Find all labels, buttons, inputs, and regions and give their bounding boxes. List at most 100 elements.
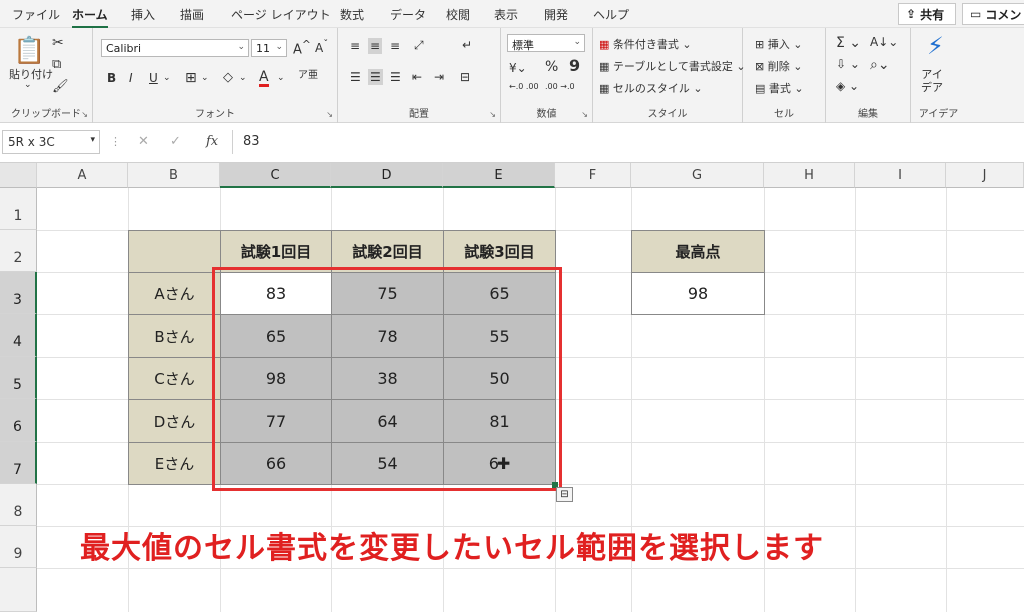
number-launcher-icon[interactable]: ↘ — [581, 110, 588, 119]
clear-icon[interactable]: ◈ ⌄ — [836, 80, 859, 92]
phonetic-icon[interactable]: ア亜 — [298, 71, 318, 81]
orientation-icon[interactable]: ⤢ — [414, 39, 424, 51]
row-label-cell[interactable]: Eさん — [128, 442, 221, 485]
row-header-9[interactable]: 9 — [0, 526, 37, 568]
cut-icon[interactable]: ✂ — [52, 36, 64, 50]
row-label-cell[interactable]: Bさん — [128, 314, 221, 358]
cancel-icon[interactable]: ✕ — [138, 135, 149, 148]
fill-icon[interactable]: ⇩ ⌄ — [836, 58, 860, 70]
row-label-cell[interactable]: Dさん — [128, 399, 221, 443]
font-launcher-icon[interactable]: ↘ — [326, 110, 333, 119]
increase-decimal-icon[interactable]: ←.0 .00 — [509, 82, 539, 91]
currency-icon[interactable]: ¥⌄ — [509, 62, 527, 74]
format-painter-icon[interactable]: 🖌 — [52, 80, 69, 93]
row-header-5[interactable]: 5 — [0, 357, 37, 399]
fill-color-icon[interactable]: ◇ — [223, 71, 233, 84]
row-header-1[interactable]: 1 — [0, 188, 37, 230]
tab-page-layout[interactable]: ページ レイアウト — [231, 6, 331, 23]
tab-insert[interactable]: 挿入 — [131, 6, 155, 23]
delete-cells-button[interactable]: ⊠ 削除 ⌄ — [755, 58, 802, 74]
copy-icon[interactable]: ⧉ — [52, 58, 61, 71]
insert-function-button[interactable]: fx — [206, 134, 218, 149]
autosum-icon[interactable]: Σ ⌄ — [836, 36, 861, 50]
quick-analysis-icon[interactable]: ⊟ — [556, 487, 573, 502]
row-header-7[interactable]: 7 — [0, 442, 37, 484]
underline-button[interactable]: U — [149, 72, 158, 84]
tab-data[interactable]: データ — [390, 6, 426, 23]
max-value-cell[interactable]: 98 — [631, 272, 765, 315]
chevron-down-icon[interactable]: ⌄ — [239, 74, 247, 83]
row-header-2[interactable]: 2 — [0, 230, 37, 272]
tab-view[interactable]: 表示 — [494, 6, 518, 23]
grow-font-icon[interactable]: A^ — [293, 39, 311, 56]
clipboard-launcher-icon[interactable]: ↘ — [81, 110, 88, 119]
tab-draw[interactable]: 描画 — [180, 6, 204, 23]
font-size-select[interactable]: 11 ⌄ — [251, 39, 287, 57]
column-header-f[interactable]: F — [555, 163, 631, 188]
select-all-corner[interactable] — [0, 163, 37, 188]
align-top-icon[interactable]: ≡ — [350, 40, 360, 52]
tab-formulas[interactable]: 数式 — [340, 6, 364, 23]
row-label-cell[interactable]: Cさん — [128, 357, 221, 400]
cell-styles-button[interactable]: ▦ セルのスタイル ⌄ — [599, 80, 703, 96]
column-header-j[interactable]: J — [946, 163, 1024, 188]
align-bottom-icon[interactable]: ≡ — [390, 40, 400, 52]
number-format-select[interactable]: 標準 ⌄ — [507, 34, 585, 52]
column-header-b[interactable]: B — [128, 163, 220, 188]
bold-button[interactable]: B — [107, 72, 116, 84]
formula-input[interactable]: 83 — [232, 130, 1024, 154]
tab-developer[interactable]: 開発 — [544, 6, 568, 23]
column-header-h[interactable]: H — [764, 163, 855, 188]
paste-dropdown-icon[interactable]: ⌄ — [24, 81, 32, 90]
ideas-icon[interactable]: ⚡ — [927, 34, 944, 58]
chevron-down-icon[interactable]: ⌄ — [201, 74, 209, 83]
row-header-10[interactable] — [0, 568, 37, 612]
font-color-icon[interactable]: A — [259, 70, 269, 87]
align-center-icon[interactable]: ☰ — [368, 69, 383, 85]
comment-button[interactable]: ▭ コメント — [962, 3, 1024, 25]
merge-center-icon[interactable]: ⊟ — [460, 71, 470, 83]
tab-help[interactable]: ヘルプ — [593, 6, 629, 23]
italic-button[interactable]: I — [129, 72, 133, 84]
column-header-g[interactable]: G — [631, 163, 764, 188]
share-button[interactable]: ⇪ 共有 — [898, 3, 956, 25]
column-header-a[interactable]: A — [37, 163, 128, 188]
table-corner-cell[interactable] — [128, 230, 221, 273]
font-name-select[interactable]: Calibri ⌄ — [101, 39, 249, 57]
percent-button[interactable]: % — [545, 60, 558, 74]
align-left-icon[interactable]: ☰ — [350, 71, 361, 83]
ideas-button-label[interactable]: アイ デア — [921, 68, 943, 94]
comma-button[interactable]: 9 — [569, 58, 580, 74]
border-icon[interactable]: ⊞ — [185, 71, 197, 85]
format-as-table-button[interactable]: ▦ テーブルとして書式設定 ⌄ — [599, 58, 746, 74]
chevron-down-icon[interactable]: ⌄ — [163, 74, 171, 83]
column-header-e[interactable]: E — [443, 163, 555, 188]
column-header-i[interactable]: I — [855, 163, 946, 188]
find-icon[interactable]: ⌕⌄ — [870, 58, 890, 72]
column-header-c[interactable]: C — [220, 163, 331, 188]
shrink-font-icon[interactable]: Aˇ — [315, 40, 328, 55]
max-header-cell[interactable]: 最高点 — [631, 230, 765, 273]
decrease-decimal-icon[interactable]: .00 →.0 — [545, 82, 575, 91]
row-label-cell[interactable]: Aさん — [128, 272, 221, 315]
column-header-d[interactable]: D — [331, 163, 443, 188]
increase-indent-icon[interactable]: ⇥ — [434, 71, 444, 83]
tab-file[interactable]: ファイル — [12, 6, 60, 23]
paste-icon[interactable]: 📋 — [13, 38, 45, 64]
insert-cells-button[interactable]: ⊞ 挿入 ⌄ — [755, 36, 802, 52]
tab-home[interactable]: ホーム — [72, 6, 108, 29]
format-cells-button[interactable]: ▤ 書式 ⌄ — [755, 80, 804, 96]
conditional-format-button[interactable]: ▦ 条件付き書式 ⌄ — [599, 36, 692, 52]
enter-icon[interactable]: ✓ — [170, 135, 181, 148]
tab-review[interactable]: 校閲 — [446, 6, 470, 23]
name-box[interactable]: 5R x 3C ▾ — [2, 130, 100, 154]
alignment-launcher-icon[interactable]: ↘ — [489, 110, 496, 119]
wrap-text-icon[interactable]: ↵ — [462, 39, 472, 51]
sort-filter-icon[interactable]: A↓⌄ — [870, 36, 898, 48]
align-right-icon[interactable]: ☰ — [390, 71, 401, 83]
row-header-8[interactable]: 8 — [0, 484, 37, 526]
row-header-4[interactable]: 4 — [0, 314, 37, 357]
row-header-3[interactable]: 3 — [0, 272, 37, 314]
chevron-down-icon[interactable]: ⌄ — [277, 74, 285, 83]
row-header-6[interactable]: 6 — [0, 399, 37, 442]
